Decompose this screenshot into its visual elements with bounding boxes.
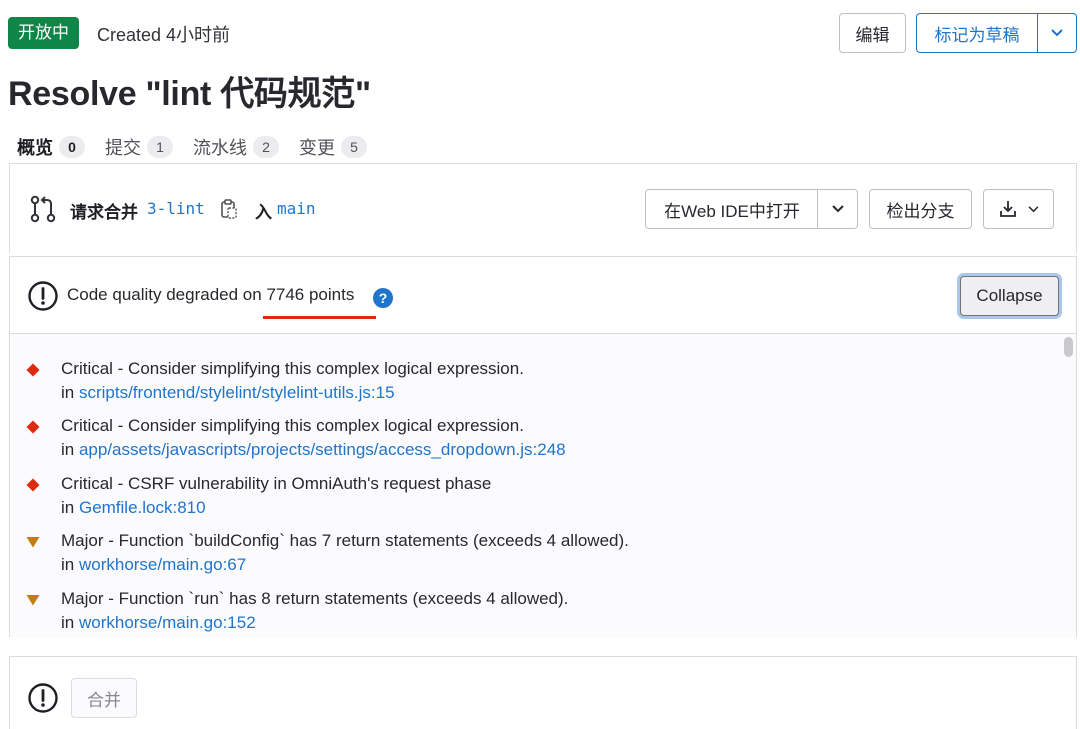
major-severity-icon: [26, 595, 40, 606]
summary-points: 7746 points: [266, 285, 355, 304]
chevron-down-icon: [831, 205, 844, 213]
issue-file-link[interactable]: app/assets/javascripts/projects/settings…: [79, 440, 566, 459]
draft-options-dropdown[interactable]: [1037, 13, 1077, 53]
merge-request-icon: [30, 195, 56, 223]
tab-count: 2: [253, 136, 279, 158]
critical-severity-icon: [26, 420, 40, 434]
issue-location: in scripts/frontend/stylelint/stylelint-…: [61, 383, 395, 403]
page-title: Resolve "lint 代码规范": [8, 75, 371, 113]
chevron-down-icon: [1051, 29, 1063, 37]
merge-button[interactable]: 合并: [71, 678, 137, 718]
issue-title: Major - Function `buildConfig` has 7 ret…: [61, 531, 629, 550]
target-branch-link[interactable]: main: [277, 199, 316, 218]
issue-location: in workhorse/main.go:67: [61, 555, 246, 575]
scrollbar-thumb[interactable]: [1064, 337, 1073, 357]
checkout-branch-button[interactable]: 检出分支: [869, 189, 972, 229]
major-severity-icon: [26, 537, 40, 548]
tab-label: 变更: [299, 138, 335, 158]
copy-icon[interactable]: [220, 198, 238, 220]
tab-count: 0: [59, 136, 85, 158]
merge-request-label: 请求合并: [70, 203, 138, 222]
merge-widget: [9, 656, 1077, 729]
summary-prefix: Code quality degraded on: [67, 285, 267, 304]
critical-severity-icon: [26, 363, 40, 377]
collapse-button[interactable]: Collapse: [960, 276, 1059, 316]
issue-title: Critical - Consider simplifying this com…: [61, 359, 524, 378]
warning-circle-icon: [28, 281, 58, 311]
edit-button[interactable]: 编辑: [839, 13, 906, 53]
in-label: in: [61, 440, 79, 459]
critical-severity-icon: [26, 478, 40, 492]
warning-circle-icon: [28, 683, 58, 713]
issue-title: Major - Function `run` has 8 return stat…: [61, 589, 569, 608]
created-time: Created 4小时前: [97, 25, 231, 45]
tab-overview[interactable]: 概览 0: [17, 134, 85, 160]
issue-file-link[interactable]: workhorse/main.go:67: [79, 555, 246, 574]
tab-changes[interactable]: 变更 5: [299, 134, 367, 160]
tab-label: 流水线: [193, 138, 247, 158]
issue-file-link[interactable]: Gemfile.lock:810: [79, 498, 206, 517]
annotation-underline: [263, 316, 376, 319]
source-branch-link[interactable]: 3-lint: [147, 199, 205, 218]
issue-title: Critical - CSRF vulnerability in OmniAut…: [61, 474, 492, 493]
mark-as-draft-button[interactable]: 标记为草稿: [916, 13, 1038, 53]
code-quality-summary: Code quality degraded on 7746 points: [67, 285, 354, 305]
tab-pipelines[interactable]: 流水线 2: [193, 134, 279, 160]
mr-tabs: 概览 0 提交 1 流水线 2 变更 5: [17, 134, 387, 160]
issue-file-link[interactable]: workhorse/main.go:152: [79, 613, 256, 632]
status-badge: 开放中: [8, 17, 79, 49]
in-label: in: [61, 383, 79, 402]
tab-label: 提交: [105, 138, 141, 158]
issue-location: in Gemfile.lock:810: [61, 498, 206, 518]
in-label: in: [61, 613, 79, 632]
web-ide-options-dropdown[interactable]: [817, 189, 858, 229]
help-icon[interactable]: ?: [373, 288, 393, 308]
chevron-down-icon: [1028, 205, 1039, 212]
in-label: in: [61, 498, 79, 517]
issue-file-link[interactable]: scripts/frontend/stylelint/stylelint-uti…: [79, 383, 395, 402]
tab-count: 1: [147, 136, 173, 158]
into-label: 入: [255, 203, 272, 222]
issue-location: in app/assets/javascripts/projects/setti…: [61, 440, 566, 460]
tab-count: 5: [341, 136, 367, 158]
tab-label: 概览: [17, 138, 53, 158]
tab-commits[interactable]: 提交 1: [105, 134, 173, 160]
download-dropdown[interactable]: [983, 189, 1054, 229]
issue-location: in workhorse/main.go:152: [61, 613, 256, 633]
open-web-ide-button[interactable]: 在Web IDE中打开: [645, 189, 819, 229]
download-icon: [1000, 201, 1016, 217]
issues-scrollbar[interactable]: [1062, 335, 1075, 637]
issue-title: Critical - Consider simplifying this com…: [61, 416, 524, 435]
in-label: in: [61, 555, 79, 574]
